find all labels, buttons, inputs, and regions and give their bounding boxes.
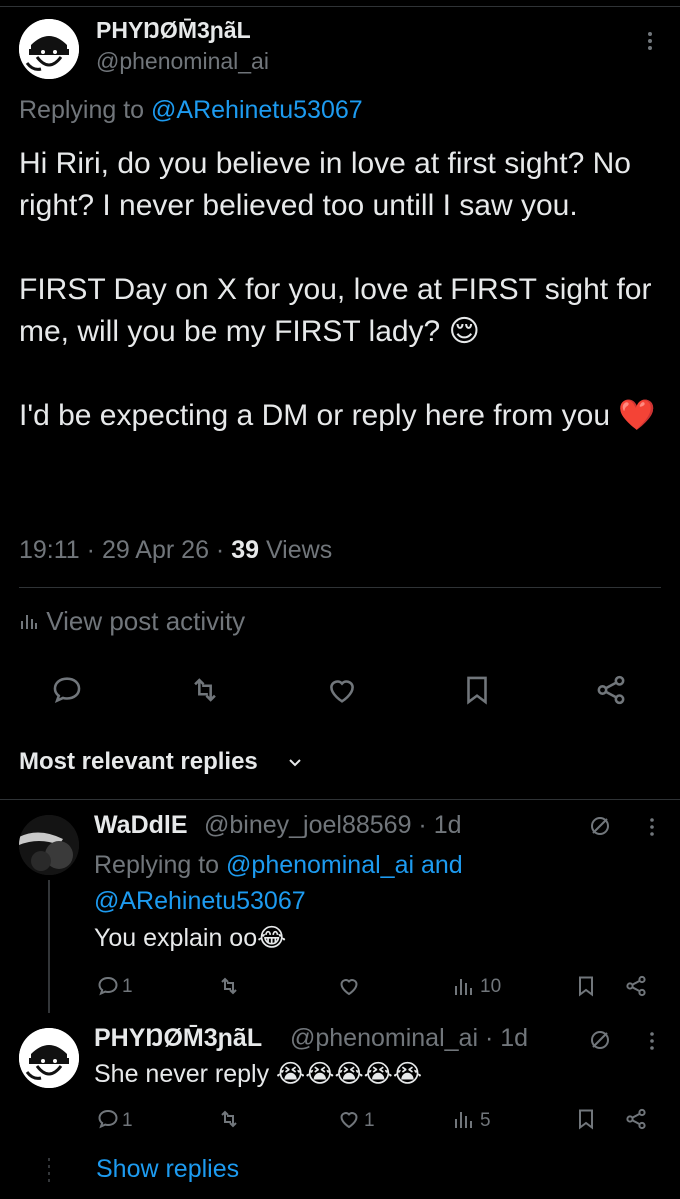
- views-count: 39: [231, 536, 259, 564]
- heart-icon: [340, 1112, 358, 1129]
- views-count: 5: [480, 1110, 491, 1131]
- reply-author-meta: @phenominal_ai · 1d: [290, 1024, 529, 1052]
- reply-author-name[interactable]: WaDdlE: [94, 811, 188, 840]
- like-button[interactable]: [337, 974, 361, 998]
- heart-icon: [330, 680, 354, 703]
- reply-text: You explain oo😂: [94, 924, 287, 952]
- top-divider: [0, 6, 680, 7]
- bookmark-icon: [579, 976, 593, 997]
- grok-icon[interactable]: [588, 1028, 612, 1052]
- views-button[interactable]: [452, 1107, 476, 1131]
- replying-prefix: Replying to: [19, 96, 152, 124]
- repost-button[interactable]: [188, 673, 222, 707]
- repost-icon: [194, 678, 216, 702]
- replying-prefix: Replying to: [94, 851, 227, 879]
- reply-age: 1d: [500, 1024, 529, 1052]
- replying-to-link[interactable]: @phenominal_ai: [226, 851, 414, 879]
- reply-button[interactable]: [96, 1107, 120, 1131]
- post-paragraph: I'd be expecting a DM or reply here from…: [19, 399, 656, 432]
- more-options-icon[interactable]: [640, 1029, 664, 1053]
- share-button[interactable]: [624, 1107, 648, 1131]
- more-options-icon[interactable]: [640, 815, 664, 839]
- repost-button[interactable]: [217, 1107, 241, 1131]
- reply-author-handle[interactable]: @biney_joel88569: [204, 811, 411, 839]
- ninja-avatar-icon: [19, 19, 79, 79]
- comment-icon: [53, 677, 81, 704]
- reply-avatar[interactable]: [19, 1028, 79, 1088]
- view-post-activity-label: View post activity: [46, 606, 246, 636]
- reply-author-name[interactable]: PHYŊØM̄3ɲãL: [94, 1024, 262, 1053]
- divider: [0, 799, 680, 800]
- reply-author-handle[interactable]: @phenominal_ai: [290, 1024, 478, 1052]
- bookmark-icon: [467, 676, 487, 705]
- share-icon: [597, 675, 625, 705]
- replying-to-link[interactable]: @ARehinetu53067: [151, 96, 363, 124]
- user-photo-icon: [19, 815, 79, 875]
- reply-button[interactable]: [50, 673, 84, 707]
- grok-icon[interactable]: [588, 814, 612, 838]
- post-paragraph: FIRST Day on X for you, love at FIRST si…: [19, 273, 652, 348]
- comment-icon: [98, 1109, 118, 1129]
- reply-replying-to: Replying to @phenominal_ai and @ARehinet…: [94, 847, 654, 919]
- share-button[interactable]: [594, 673, 628, 707]
- heart-icon: [340, 979, 358, 996]
- repost-button[interactable]: [217, 974, 241, 998]
- bookmark-button[interactable]: [574, 1107, 598, 1131]
- ninja-avatar-icon: [19, 1028, 79, 1088]
- analytics-icon: [21, 615, 37, 629]
- analytics-icon: [455, 1112, 472, 1128]
- post-paragraph: Hi Riri, do you believe in love at first…: [19, 147, 631, 222]
- bookmark-button[interactable]: [460, 673, 494, 707]
- chevron-down-icon[interactable]: [287, 754, 303, 770]
- more-options-icon[interactable]: [640, 28, 660, 54]
- reply-count: 1: [122, 1110, 133, 1131]
- post-text: Hi Riri, do you believe in love at first…: [19, 143, 669, 437]
- thread-dots: [48, 1158, 50, 1182]
- analytics-icon: [455, 979, 472, 995]
- author-name[interactable]: PHYŊØM̄3ɲãL: [96, 17, 251, 44]
- views-count: 10: [480, 976, 502, 997]
- post-time[interactable]: 19:11: [19, 536, 80, 564]
- show-replies-link[interactable]: Show replies: [96, 1155, 239, 1184]
- views-button[interactable]: [452, 974, 476, 998]
- views-label: Views: [265, 536, 333, 564]
- reply-count: 1: [122, 976, 133, 997]
- author-handle[interactable]: @phenominal_ai: [96, 48, 269, 75]
- reply-author-meta: @biney_joel88569 · 1d: [204, 811, 462, 839]
- bookmark-icon: [579, 1109, 593, 1130]
- repost-icon: [221, 977, 237, 995]
- view-post-activity-link[interactable]: View post activity: [19, 606, 245, 637]
- divider: [19, 587, 661, 588]
- author-avatar[interactable]: [19, 19, 79, 79]
- post-metadata: 19:11 · 29 Apr 26 · 39 Views: [19, 536, 333, 564]
- reply-age: 1d: [433, 811, 462, 839]
- reply-button[interactable]: [96, 974, 120, 998]
- replying-to-link[interactable]: @ARehinetu53067: [94, 887, 306, 915]
- thread-connector: [48, 880, 50, 1013]
- like-count: 1: [364, 1110, 375, 1131]
- replying-and: and: [414, 851, 463, 879]
- share-icon: [626, 975, 646, 997]
- replying-to: Replying to @ARehinetu53067: [19, 96, 363, 125]
- sort-replies-dropdown[interactable]: Most relevant replies: [19, 748, 258, 776]
- reply-avatar[interactable]: [19, 815, 79, 875]
- like-button[interactable]: [337, 1107, 361, 1131]
- share-icon: [626, 1108, 646, 1130]
- like-button[interactable]: [325, 673, 359, 707]
- bookmark-button[interactable]: [574, 974, 598, 998]
- repost-icon: [221, 1110, 237, 1128]
- share-button[interactable]: [624, 974, 648, 998]
- reply-text: She never reply 😭😭😭😭😭: [94, 1060, 423, 1088]
- comment-icon: [98, 976, 118, 996]
- post-date[interactable]: 29 Apr 26: [102, 536, 209, 564]
